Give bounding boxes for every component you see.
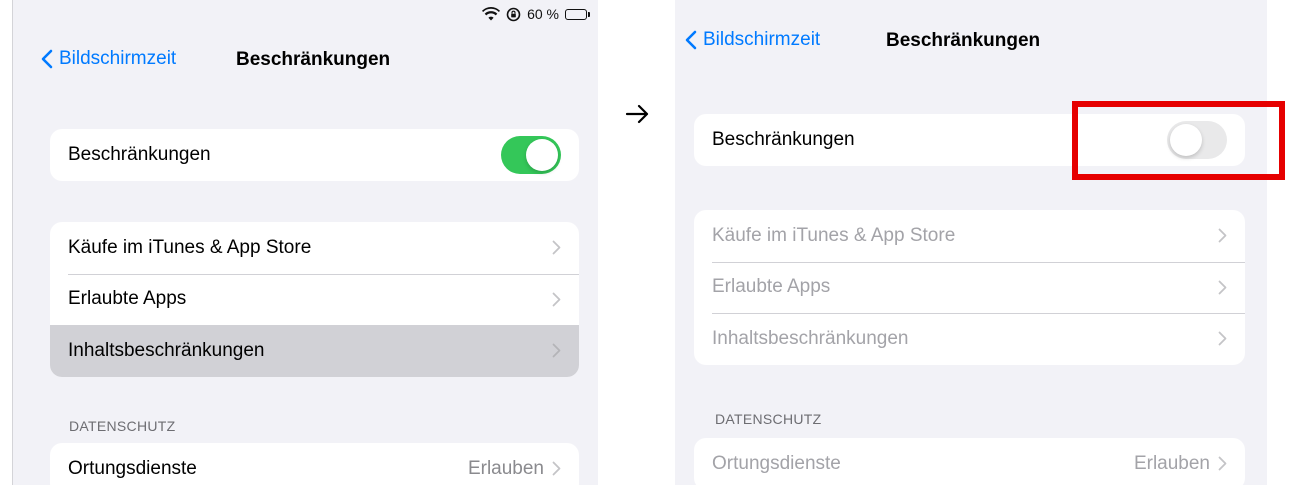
right-arrow-icon	[625, 104, 649, 124]
list-item-value: Erlauben	[1133, 452, 1210, 474]
list-item-location-services: Ortungsdienste Erlauben	[694, 438, 1245, 485]
list-item-label: Ortungsdienste	[712, 452, 841, 474]
list-item-label: Erlaubte Apps	[712, 276, 831, 298]
navigation-bar: Bildschirmzeit Beschränkungen	[13, 38, 598, 78]
restrictions-toggle-label: Beschränkungen	[68, 143, 211, 165]
chevron-right-icon	[1218, 280, 1227, 295]
restrictions-toggle-group: Beschränkungen	[50, 129, 579, 181]
orientation-lock-icon	[506, 7, 521, 21]
section-header-privacy: DATENSCHUTZ	[715, 411, 822, 427]
list-item-label: Käufe im iTunes & App Store	[712, 224, 956, 246]
restrictions-toggle[interactable]	[501, 136, 561, 174]
privacy-group: Ortungsdienste Erlauben	[694, 438, 1245, 485]
list-item-content-restrictions[interactable]: Inhaltsbeschränkungen	[50, 325, 579, 377]
page-title: Beschränkungen	[236, 49, 391, 70]
highlight-annotation-box	[1072, 101, 1285, 180]
list-item-label: Erlaubte Apps	[68, 288, 187, 310]
restrictions-menu-group: Käufe im iTunes & App Store Erlaubte App…	[50, 222, 579, 377]
chevron-left-icon	[685, 30, 697, 50]
battery-percentage: 60 %	[527, 6, 559, 22]
list-item-label: Käufe im iTunes & App Store	[68, 236, 312, 258]
restrictions-toggle-row: Beschränkungen	[50, 129, 579, 181]
back-button[interactable]: Bildschirmzeit	[41, 48, 176, 70]
settings-screen-after: Bildschirmzeit Beschränkungen Beschränku…	[675, 0, 1267, 485]
chevron-right-icon	[552, 292, 561, 307]
navigation-bar: Bildschirmzeit Beschränkungen	[675, 19, 1267, 59]
status-bar: 60 %	[482, 6, 590, 22]
chevron-right-icon	[552, 343, 561, 358]
chevron-left-icon	[41, 49, 53, 69]
list-item-allowed-apps: Erlaubte Apps	[694, 261, 1245, 314]
restrictions-menu-group: Käufe im iTunes & App Store Erlaubte App…	[694, 210, 1245, 365]
back-button-label: Bildschirmzeit	[703, 29, 821, 50]
toggle-knob	[526, 139, 558, 171]
chevron-right-icon	[552, 240, 561, 255]
section-header-privacy: DATENSCHUTZ	[69, 418, 176, 434]
chevron-right-icon	[1218, 228, 1227, 243]
chevron-right-icon	[552, 461, 561, 476]
chevron-right-icon	[1218, 331, 1227, 346]
privacy-group: Ortungsdienste Erlauben	[50, 443, 579, 485]
list-item-location-services[interactable]: Ortungsdienste Erlauben	[50, 443, 579, 485]
battery-icon	[565, 8, 590, 20]
back-button-label: Bildschirmzeit	[59, 48, 177, 69]
list-item-label: Ortungsdienste	[68, 457, 197, 479]
list-item-content-restrictions: Inhaltsbeschränkungen	[694, 313, 1245, 365]
page-title: Beschränkungen	[886, 30, 1041, 51]
list-item-itunes-app-store[interactable]: Käufe im iTunes & App Store	[50, 222, 579, 274]
back-button[interactable]: Bildschirmzeit	[685, 29, 820, 51]
wifi-icon	[482, 7, 501, 21]
list-item-itunes-app-store: Käufe im iTunes & App Store	[694, 210, 1245, 262]
list-item-allowed-apps[interactable]: Erlaubte Apps	[50, 273, 579, 326]
list-item-label: Inhaltsbeschränkungen	[68, 339, 265, 361]
settings-screen-before: 60 % Bildschirmzeit Beschränkungen Besch…	[12, 0, 598, 485]
list-item-label: Inhaltsbeschränkungen	[712, 327, 909, 349]
list-item-value: Erlauben	[467, 457, 544, 479]
chevron-right-icon	[1218, 456, 1227, 471]
